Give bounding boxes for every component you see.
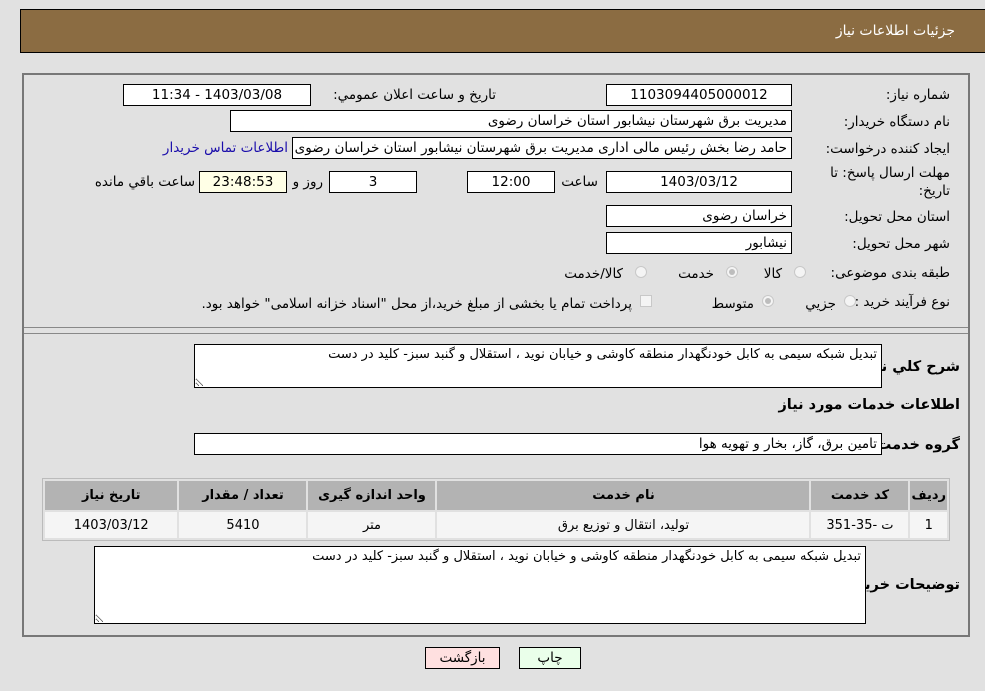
service-group-label: گروه خدمت:	[870, 437, 960, 453]
table-header-row: ردیف کد خدمت نام خدمت واحد اندازه گیری ت…	[45, 481, 947, 510]
category-option-goods-service: کالا/خدمت	[564, 266, 623, 282]
service-group-field: تامین برق، گاز، بخار و تهویه هوا	[194, 433, 882, 455]
days-label: روز و	[292, 174, 323, 190]
print-button[interactable]: چاپ	[519, 647, 581, 669]
treasury-checkbox[interactable]	[640, 295, 652, 307]
buyer-notes-textarea[interactable]: تبدیل شبکه سیمی به کابل خودنگهدار منطقه …	[94, 546, 866, 624]
province-label: استان محل تحویل:	[844, 209, 950, 225]
details-panel: شماره نیاز: 1103094405000012 تاریخ و ساع…	[22, 73, 970, 637]
deadline-time-label: ساعت	[561, 174, 598, 190]
page-header: جزئیات اطلاعات نیاز	[20, 9, 985, 53]
city-label: شهر محل تحویل:	[852, 236, 950, 252]
cell-row-number: 1	[910, 512, 947, 538]
buyer-org-field: مدیریت برق شهرستان نیشابور استان خراسان …	[230, 110, 792, 132]
divider	[24, 333, 968, 334]
category-option-goods: کالا	[763, 266, 782, 282]
process-label: نوع فرآیند خرید :	[854, 294, 950, 310]
divider	[24, 327, 968, 328]
deadline-label: مهلت ارسال پاسخ: تا	[830, 165, 950, 181]
category-label: طبقه بندی موضوعی:	[830, 265, 950, 281]
category-radio-goods-service[interactable]	[635, 266, 647, 278]
col-service-name: نام خدمت	[437, 481, 810, 510]
days-remaining-field: 3	[329, 171, 417, 193]
services-section-title: اطلاعات خدمات مورد نیاز	[778, 397, 960, 413]
deadline-time-field: 12:00	[467, 171, 555, 193]
col-service-code: کد خدمت	[811, 481, 909, 510]
cell-service-code: ت -35-351	[811, 512, 909, 538]
treasury-note: پرداخت تمام یا بخشی از مبلغ خرید،از محل …	[201, 296, 632, 312]
announce-label: تاریخ و ساعت اعلان عمومي:	[333, 87, 496, 103]
page-title: جزئیات اطلاعات نیاز	[835, 23, 955, 39]
buyer-contact-link[interactable]: اطلاعات تماس خریدار	[163, 140, 288, 156]
province-field: خراسان رضوی	[606, 205, 792, 227]
process-radio-minor[interactable]	[844, 295, 856, 307]
cell-unit: متر	[308, 512, 436, 538]
remaining-label: ساعت باقي مانده	[94, 174, 195, 190]
cell-quantity: 5410	[179, 512, 307, 538]
need-number-label: شماره نیاز:	[885, 87, 950, 103]
description-textarea[interactable]: تبدیل شبکه سیمی به کابل خودنگهدار منطقه …	[194, 344, 882, 388]
process-option-medium: متوسط	[711, 296, 754, 312]
need-number-field: 1103094405000012	[606, 84, 792, 106]
cell-service-name: تولید، انتقال و توزیع برق	[437, 512, 810, 538]
deadline-date-field: 1403/03/12	[606, 171, 792, 193]
col-quantity: تعداد / مقدار	[179, 481, 307, 510]
announce-field: 1403/03/08 - 11:34	[123, 84, 311, 106]
table-row: 1 ت -35-351 تولید، انتقال و توزیع برق مت…	[45, 512, 947, 538]
col-need-date: تاریخ نیاز	[45, 481, 178, 510]
col-row-number: ردیف	[910, 481, 947, 510]
deadline-label-2: تاریخ:	[918, 183, 950, 199]
services-table: ردیف کد خدمت نام خدمت واحد اندازه گیری ت…	[42, 478, 950, 541]
creator-label: ایجاد کننده درخواست:	[825, 141, 950, 157]
cell-need-date: 1403/03/12	[45, 512, 178, 538]
creator-field: حامد رضا بخش رئیس مالی اداری مدیریت برق …	[292, 137, 792, 159]
category-option-service: خدمت	[678, 266, 714, 282]
city-field: نیشابور	[606, 232, 792, 254]
back-button[interactable]: بازگشت	[425, 647, 500, 669]
process-option-minor: جزيي	[805, 296, 836, 312]
remaining-time-field: 23:48:53	[199, 171, 287, 193]
process-radio-medium[interactable]	[762, 295, 774, 307]
category-radio-goods[interactable]	[794, 266, 806, 278]
buyer-org-label: نام دستگاه خریدار:	[843, 114, 950, 130]
category-radio-service[interactable]	[726, 266, 738, 278]
col-unit: واحد اندازه گیری	[308, 481, 436, 510]
